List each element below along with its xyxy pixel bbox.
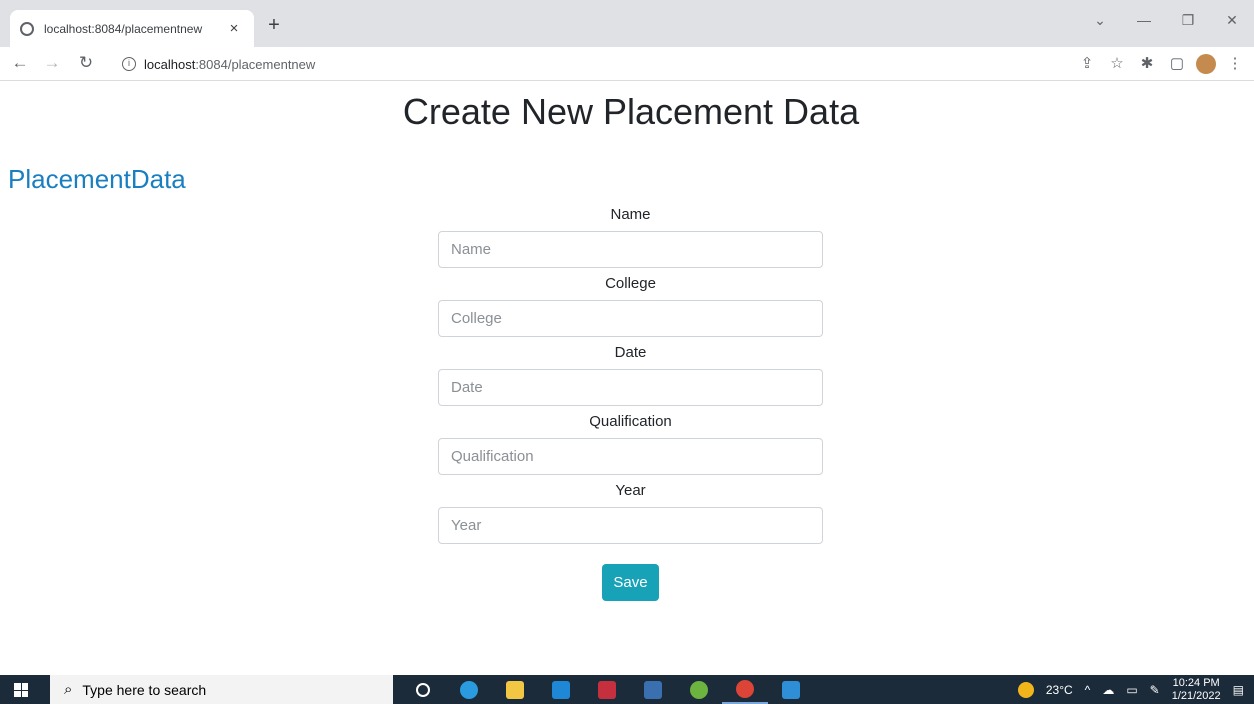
cortana-icon[interactable] — [400, 675, 446, 704]
date-label: Date — [614, 344, 647, 361]
taskbar-search-text: Type here to search — [82, 681, 207, 698]
date-input[interactable] — [438, 369, 823, 406]
weather-temp[interactable]: 23°C — [1046, 683, 1073, 697]
tab-search-icon[interactable]: ⌄ — [1078, 12, 1122, 29]
battery-icon[interactable]: ▭ — [1126, 683, 1137, 697]
back-icon[interactable]: ← — [8, 53, 32, 73]
url-path: :8084/placementnew — [195, 56, 316, 72]
spring-tool-icon[interactable] — [676, 675, 722, 704]
minimize-icon[interactable]: — — [1122, 12, 1166, 29]
mail-icon[interactable] — [538, 675, 584, 704]
taskbar-apps — [400, 675, 814, 704]
chrome-icon[interactable] — [722, 675, 768, 704]
app-icon-v[interactable] — [584, 675, 630, 704]
college-input[interactable] — [438, 300, 823, 337]
restore-icon[interactable]: ❐ — [1166, 12, 1210, 29]
year-label: Year — [615, 482, 646, 499]
search-icon: ⌕ — [64, 681, 73, 698]
windows-taskbar: ⌕ Type here to search 23°C ^ ☁ ▭ ✎ 10:24… — [0, 675, 1254, 704]
profile-avatar[interactable] — [1196, 54, 1216, 74]
system-tray: 23°C ^ ☁ ▭ ✎ 10:24 PM 1/21/2022 ▤ — [1017, 675, 1254, 704]
clock[interactable]: 10:24 PM 1/21/2022 — [1172, 677, 1221, 703]
info-icon[interactable]: i — [122, 57, 136, 71]
url-host: localhost — [144, 56, 196, 72]
chevron-up-icon[interactable]: ^ — [1085, 683, 1091, 697]
brand-link[interactable]: PlacementData — [8, 164, 186, 195]
photos-icon[interactable] — [768, 675, 814, 704]
qualification-input[interactable] — [438, 438, 823, 475]
browser-tab[interactable]: localhost:8084/placementnew × — [10, 10, 254, 47]
reload-icon[interactable]: ↻ — [74, 53, 98, 73]
page-content: Create New Placement Data PlacementData … — [0, 81, 1254, 675]
close-tab-icon[interactable]: × — [224, 20, 244, 37]
app-icon-notes[interactable] — [630, 675, 676, 704]
address-bar[interactable]: i localhost:8084/placementnew — [110, 50, 1230, 78]
windows-start-icon[interactable] — [14, 683, 28, 697]
forward-icon[interactable]: → — [40, 53, 64, 73]
pen-icon[interactable]: ✎ — [1150, 683, 1160, 697]
notification-icon[interactable]: ▤ — [1233, 683, 1244, 697]
share-icon[interactable]: ⇪ — [1076, 54, 1098, 74]
side-panel-icon[interactable]: ▢ — [1166, 54, 1188, 74]
toolbar-actions: ⇪ ☆ ✱ ▢ ⋮ — [1076, 54, 1246, 74]
file-explorer-icon[interactable] — [492, 675, 538, 704]
menu-icon[interactable]: ⋮ — [1224, 54, 1246, 74]
save-button[interactable]: Save — [602, 564, 659, 601]
weather-icon[interactable] — [1017, 681, 1034, 698]
name-label: Name — [610, 206, 651, 223]
name-input[interactable] — [438, 231, 823, 268]
extensions-icon[interactable]: ✱ — [1136, 54, 1158, 74]
placement-form: Name College Date Qualification Year — [438, 199, 823, 544]
college-label: College — [605, 275, 656, 292]
new-tab-button[interactable]: + — [262, 14, 286, 37]
clock-time: 10:24 PM — [1172, 676, 1220, 689]
clock-date: 1/21/2022 — [1171, 689, 1221, 702]
browser-toolbar: ← → ↻ i localhost:8084/placementnew ⇪ ☆ … — [0, 47, 1254, 81]
network-icon[interactable]: ☁ — [1102, 683, 1114, 697]
close-window-icon[interactable]: ✕ — [1210, 12, 1254, 29]
browser-tab-strip: localhost:8084/placementnew × + ⌄ — ❐ ✕ — [0, 0, 1254, 47]
taskbar-search[interactable]: ⌕ Type here to search — [50, 675, 393, 704]
bookmark-star-icon[interactable]: ☆ — [1106, 54, 1128, 74]
globe-icon — [20, 21, 34, 36]
qualification-label: Qualification — [589, 413, 672, 430]
page-title: Create New Placement Data — [402, 91, 860, 132]
year-input[interactable] — [438, 507, 823, 544]
tab-title: localhost:8084/placementnew — [44, 21, 203, 36]
window-controls: ⌄ — ❐ ✕ — [1078, 12, 1254, 29]
edge-icon[interactable] — [446, 675, 492, 704]
